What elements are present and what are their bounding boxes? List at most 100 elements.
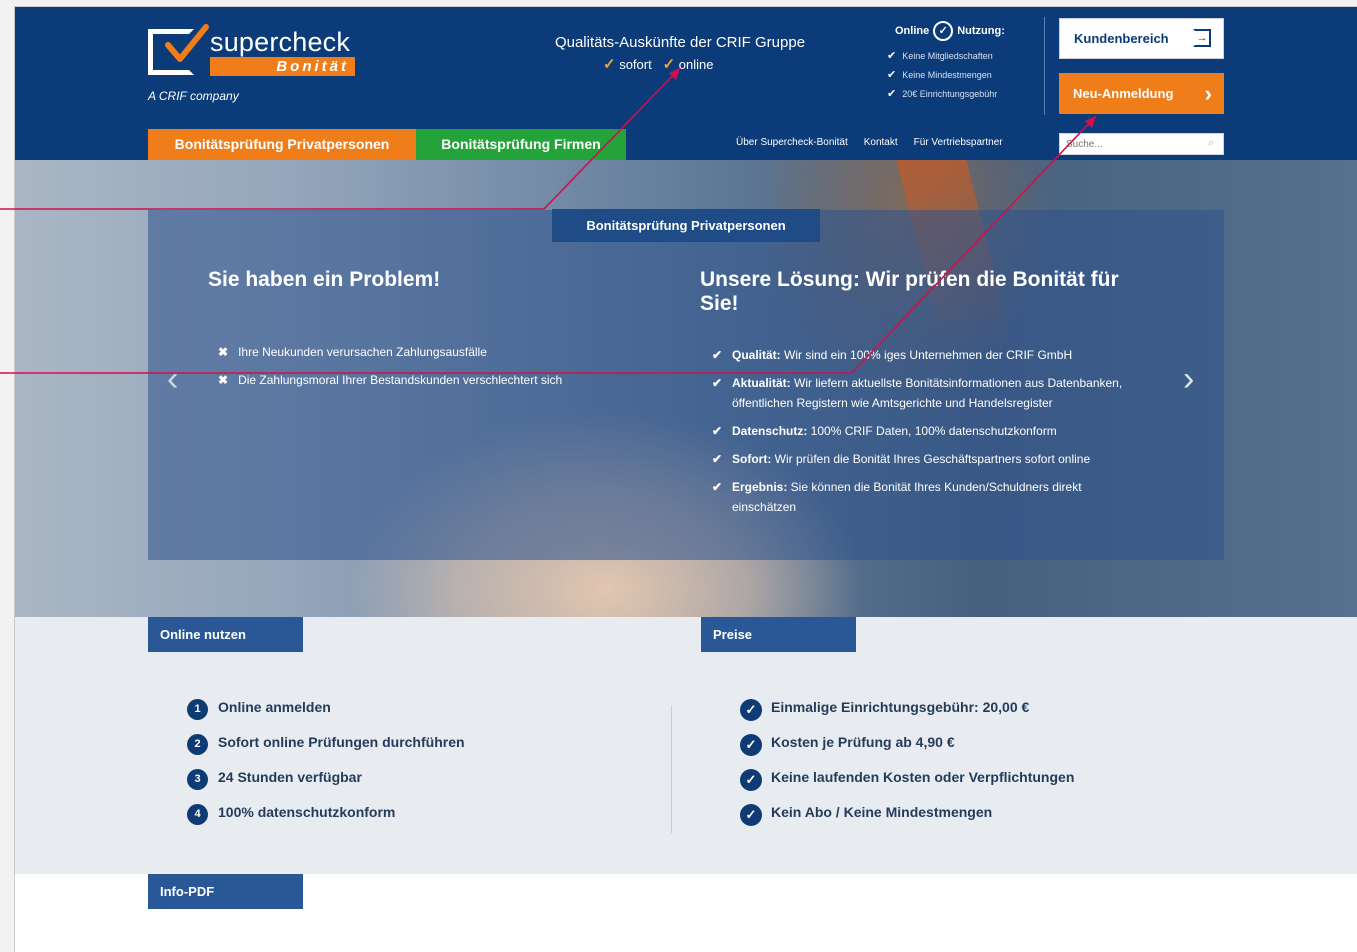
usage-item-text: Keine Mindestmengen: [902, 70, 992, 80]
item-text: Wir prüfen die Bonität Ihres Geschäftspa…: [771, 452, 1091, 466]
check-icon: ✔: [887, 88, 897, 100]
solution-title: Unsere Lösung: Wir prüfen die Bonität fü…: [700, 268, 1119, 315]
item-label: Qualität:: [732, 348, 781, 362]
kundenbereich-button[interactable]: Kundenbereich →: [1059, 18, 1224, 59]
problem-list: ✖ Ihre Neukunden verursachen Zahlungsausf…: [218, 345, 562, 401]
panel-tab: Bonitätsprüfung Privatpersonen: [552, 209, 820, 242]
cross-icon: ✖: [218, 345, 229, 359]
price-text: Einmalige Einrichtungsgebühr: 20,00 €: [771, 699, 1030, 715]
usage-list: ✔ Keine Mitgliedschaften ✔ Keine Mindestme…: [887, 47, 1005, 104]
usage-item: ✔ 20€ Einrichtungsgebühr: [887, 85, 1005, 104]
usage-nutzung: Nutzung:: [957, 25, 1005, 37]
neu-anmeldung-button[interactable]: Neu-Anmeldung ›: [1059, 73, 1224, 114]
usage-info: Online ✓ Nutzung: ✔ Keine Mitgliedschafte…: [887, 21, 1005, 104]
usage-item: ✔ Keine Mitgliedschaften: [887, 47, 1005, 66]
check-icon: ✔: [887, 50, 897, 62]
check-icon: ✔: [712, 424, 723, 438]
list-item: ✖ Ihre Neukunden verursachen Zahlungsausf…: [218, 345, 562, 373]
step-text: 100% datenschutzkonform: [218, 804, 396, 820]
tab-firmen[interactable]: Bonitätsprüfung Firmen: [416, 129, 626, 160]
nav-vertriebspartner[interactable]: Für Vertriebspartner: [914, 137, 1003, 148]
step-text: 24 Stunden verfügbar: [218, 769, 362, 785]
check-circle-icon: ✓: [740, 804, 762, 826]
step-text: Online anmelden: [218, 699, 331, 715]
cross-icon: ✖: [218, 373, 229, 387]
check-icon: ✓: [662, 56, 676, 73]
item-label: Datenschutz:: [732, 424, 808, 438]
item-text: 100% CRIF Daten, 100% datenschutzkonform: [807, 424, 1057, 438]
list-item-text: Die Zahlungsmoral Ihrer Bestandskunden v…: [238, 373, 563, 387]
hero-panel: Bonitätsprüfung Privatpersonen Sie haben…: [148, 209, 1224, 560]
item-label: Aktualität:: [732, 376, 791, 390]
item-text: Wir liefern aktuellste Bonitätsinformati…: [732, 376, 1123, 410]
nav-uber[interactable]: Über Supercheck-Bonität: [736, 137, 848, 148]
list-item-text: Ihre Neukunden verursachen Zahlungsausfä…: [238, 345, 487, 359]
tagline-online: online: [678, 57, 714, 72]
info-pdf-tab: Info-PDF: [148, 874, 303, 909]
search-icon[interactable]: ⌕: [1208, 137, 1214, 150]
online-nutzen-tab: Online nutzen: [148, 617, 303, 652]
list-item: ✓ Keine laufenden Kosten oder Verpflichtu…: [740, 769, 1074, 804]
list-item: ✔ Aktualität: Wir liefern aktuellste Boni…: [712, 373, 1144, 413]
list-item: ✔ Sofort: Wir prüfen die Bonität Ihres Ge…: [712, 449, 1144, 469]
step-number-icon: 4: [187, 804, 208, 825]
preise-list: ✓ Einmalige Einrichtungsgebühr: 20,00 € ✓…: [740, 699, 1074, 839]
logo-check-icon: [165, 24, 209, 62]
list-item: 2 Sofort online Prüfungen durchführen: [187, 734, 465, 769]
list-item: ✔ Qualität: Wir sind ein 100% iges Untern…: [712, 345, 1144, 365]
usage-title: Online ✓ Nutzung:: [895, 21, 1005, 41]
logo-bonitat: Bonität: [210, 57, 355, 76]
info-section: Online nutzen Preise 1 Online anmelden 2S…: [15, 617, 1357, 874]
browser-page: supercheck Bonität A CRIF company Qualit…: [14, 6, 1357, 952]
usage-item-text: 20€ Einrichtungsgebühr: [902, 89, 998, 99]
neu-anmeldung-label: Neu-Anmeldung: [1073, 86, 1174, 101]
list-item: ✖ Die Zahlungsmoral Ihrer Bestandskunden …: [218, 373, 562, 401]
item-label: Sofort:: [732, 452, 772, 466]
nav-kontakt[interactable]: Kontakt: [864, 137, 898, 148]
price-text: Keine laufenden Kosten oder Verpflichtun…: [771, 769, 1075, 785]
price-text: Kein Abo / Keine Mindestmengen: [771, 804, 993, 820]
item-label: Ergebnis:: [732, 480, 788, 494]
step-number-icon: 2: [187, 734, 208, 755]
usage-item-text: Keine Mitgliedschaften: [902, 51, 993, 61]
shield-check-icon: ✓: [933, 21, 954, 41]
kundenbereich-label: Kundenbereich: [1074, 31, 1169, 46]
check-icon: ✔: [712, 348, 723, 362]
tagline-sofort: sofort: [619, 57, 652, 72]
chevron-right-icon: ›: [1204, 81, 1212, 106]
step-text: Sofort online Prüfungen durchführen: [218, 734, 465, 750]
check-icon: ✔: [712, 376, 723, 390]
tagline-benefits: ✓ sofort ✓ online: [603, 55, 713, 73]
check-circle-icon: ✓: [740, 769, 762, 791]
check-circle-icon: ✓: [740, 734, 762, 756]
slider-next-icon[interactable]: ›: [1183, 360, 1194, 399]
search-input[interactable]: [1059, 133, 1224, 155]
list-item: ✓ Kein Abo / Keine Mindestmengen: [740, 804, 1074, 839]
usage-online: Online: [895, 25, 930, 37]
logo-subtitle: A CRIF company: [148, 89, 239, 103]
usage-item: ✔ Keine Mindestmengen: [887, 66, 1005, 85]
top-navigation: Über Supercheck-Bonität Kontakt Für Vert…: [736, 137, 1003, 148]
tab-privatpersonen[interactable]: Bonitätsprüfung Privatpersonen: [148, 129, 416, 160]
header-tagline: Qualitäts-Auskünfte der CRIF Gruppe: [554, 34, 806, 51]
site-header: supercheck Bonität A CRIF company Qualit…: [15, 7, 1357, 160]
check-icon: ✔: [712, 480, 723, 494]
slider-prev-icon[interactable]: ‹: [167, 360, 178, 399]
header-divider: [1044, 17, 1045, 115]
problem-title: Sie haben ein Problem!: [208, 268, 441, 291]
list-item: ✔ Datenschutz: 100% CRIF Daten, 100% date…: [712, 421, 1144, 441]
list-item: 4 100% datenschutzkonform: [187, 804, 465, 839]
item-text: Wir sind ein 100% iges Unternehmen der C…: [780, 348, 1073, 362]
list-item: ✓ Einmalige Einrichtungsgebühr: 20,00 €: [740, 699, 1074, 734]
list-item: ✔ Ergebnis: Sie können die Bonität Ihres …: [712, 477, 1144, 517]
section-divider: [671, 705, 672, 833]
login-icon: →: [1193, 29, 1211, 47]
check-icon: ✔: [887, 69, 897, 81]
hero-slider: Bonitätsprüfung Privatpersonen Sie haben…: [15, 160, 1357, 617]
check-icon: ✓: [603, 56, 616, 73]
step-number-icon: 3: [187, 769, 208, 790]
logo-wordmark: supercheck: [210, 27, 351, 57]
price-text: Kosten je Prüfung ab 4,90 €: [771, 734, 955, 750]
list-item: 3 24 Stunden verfügbar: [187, 769, 465, 804]
supercheck-logo[interactable]: supercheck Bonität A CRIF company: [148, 24, 378, 107]
